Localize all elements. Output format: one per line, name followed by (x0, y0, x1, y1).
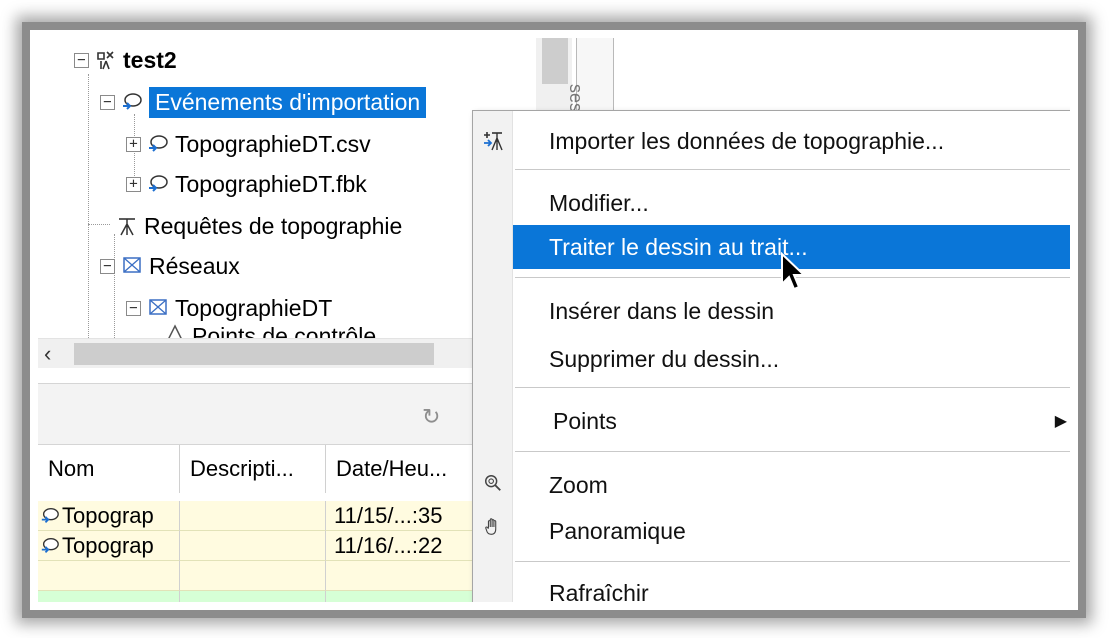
menu-item-import-survey-data[interactable]: Importer les données de topographie... (513, 119, 1070, 163)
cell-name: Topograp (38, 501, 180, 531)
tree-node-label: Requêtes de topographie (144, 212, 403, 239)
menu-item-zoom[interactable]: Zoom (513, 463, 1070, 507)
list-toolbar: ↻ (38, 383, 490, 445)
import-survey-icon (477, 125, 509, 157)
tree-node-label: TopographieDT.fbk (175, 170, 367, 197)
tree-node-networks[interactable]: − Réseaux (100, 246, 240, 286)
tree-node-fbk[interactable]: + TopographieDT.fbk (126, 164, 367, 204)
menu-item-label: Importer les données de topographie... (549, 127, 945, 154)
import-event-icon (145, 131, 171, 157)
tree-node-label: Evénements d'importation (149, 86, 427, 118)
cell-empty (326, 591, 490, 602)
menu-item-label: Rafraîchir (549, 579, 649, 603)
menu-item-points[interactable]: Points ▶ (513, 399, 1070, 443)
collapse-toggle[interactable]: − (126, 300, 141, 316)
table-row[interactable]: Topograp 11/16/...:22 (38, 531, 490, 561)
tree-node-test2[interactable]: − test2 (74, 40, 177, 80)
tree-node-label: TopographieDT (175, 294, 333, 321)
tree-node-csv[interactable]: + TopographieDT.csv (126, 124, 371, 164)
table-row-empty (38, 591, 490, 602)
side-tab-label: ses (566, 84, 586, 113)
cell-description (180, 501, 326, 531)
refresh-icon[interactable]: ↻ (422, 404, 440, 430)
menu-item-label: Modifier... (549, 189, 649, 216)
column-header-datetime[interactable]: Date/Heu... (326, 445, 490, 493)
cell-empty (326, 561, 490, 591)
menu-item-label: Traiter le dessin au trait... (549, 233, 808, 260)
submenu-arrow-icon: ▶ (1054, 413, 1067, 430)
import-event-icon (119, 89, 145, 115)
menu-separator (515, 169, 1070, 171)
expand-toggle[interactable]: + (126, 176, 141, 192)
tree-node-survey-queries[interactable]: Requêtes de topographie (114, 206, 402, 246)
menu-item-label: Supprimer du dessin... (549, 345, 780, 372)
menu-separator (515, 451, 1070, 453)
menu-separator (515, 561, 1070, 563)
tree-node-import-events[interactable]: − Evénements d'importation (100, 82, 427, 122)
tree-node-label: test2 (123, 46, 177, 73)
tree-guide-line (88, 224, 110, 225)
table-row[interactable]: Topograp 11/15/...:35 (38, 501, 490, 531)
window-content: − test2 − Evénements d'importation + Top… (38, 38, 1070, 602)
column-header-name[interactable]: Nom (38, 445, 180, 493)
window-frame: − test2 − Evénements d'importation + Top… (22, 22, 1086, 618)
pan-hand-icon (477, 511, 509, 543)
cell-empty (180, 591, 326, 602)
menu-item-label: Zoom (549, 471, 608, 498)
cell-text: Topograp (62, 532, 154, 558)
menu-item-label: Panoramique (549, 517, 686, 544)
cell-datetime: 11/16/...:22 (326, 531, 490, 561)
tree-node-label: Réseaux (149, 252, 240, 279)
menu-item-label: Points (553, 407, 617, 434)
collapse-toggle[interactable]: − (74, 52, 89, 68)
table-row-empty (38, 561, 490, 591)
column-header-description[interactable]: Descripti... (180, 445, 326, 493)
cell-empty (38, 561, 180, 591)
context-menu: Importer les données de topographie... M… (472, 110, 1070, 602)
mouse-cursor-icon (781, 252, 807, 291)
survey-database-icon (93, 47, 119, 73)
tree-node-network-topographiedt[interactable]: − TopographieDT (126, 288, 332, 328)
network-icon (119, 253, 145, 279)
cell-description (180, 531, 326, 561)
tree-vertical-scroll-thumb[interactable] (542, 38, 568, 84)
cell-name: Topograp (38, 531, 180, 561)
import-event-icon (40, 506, 62, 526)
cell-datetime: 11/15/...:35 (326, 501, 490, 531)
tree-guide-line (88, 74, 89, 344)
collapse-toggle[interactable]: − (100, 258, 115, 274)
zoom-icon (477, 467, 509, 499)
menu-item-remove-from-drawing[interactable]: Supprimer du dessin... (513, 337, 1070, 381)
menu-separator (515, 387, 1070, 389)
import-event-icon (40, 536, 62, 556)
menu-item-refresh[interactable]: Rafraîchir (513, 571, 1070, 603)
network-icon (145, 295, 171, 321)
menu-item-pan[interactable]: Panoramique (513, 509, 1070, 553)
expand-toggle[interactable]: + (126, 136, 141, 152)
collapse-toggle[interactable]: − (100, 94, 115, 110)
tree-horizontal-scroll-thumb[interactable] (74, 343, 434, 365)
cell-text: Topograp (62, 502, 154, 528)
cell-empty (38, 591, 180, 602)
survey-query-icon (114, 213, 140, 239)
menu-item-label: Insérer dans le dessin (549, 297, 775, 324)
import-event-icon (145, 171, 171, 197)
menu-item-modify[interactable]: Modifier... (513, 181, 1070, 225)
tree-node-label: TopographieDT.csv (175, 130, 371, 157)
cell-empty (180, 561, 326, 591)
scroll-left-arrow-icon[interactable]: ‹ (44, 341, 51, 367)
